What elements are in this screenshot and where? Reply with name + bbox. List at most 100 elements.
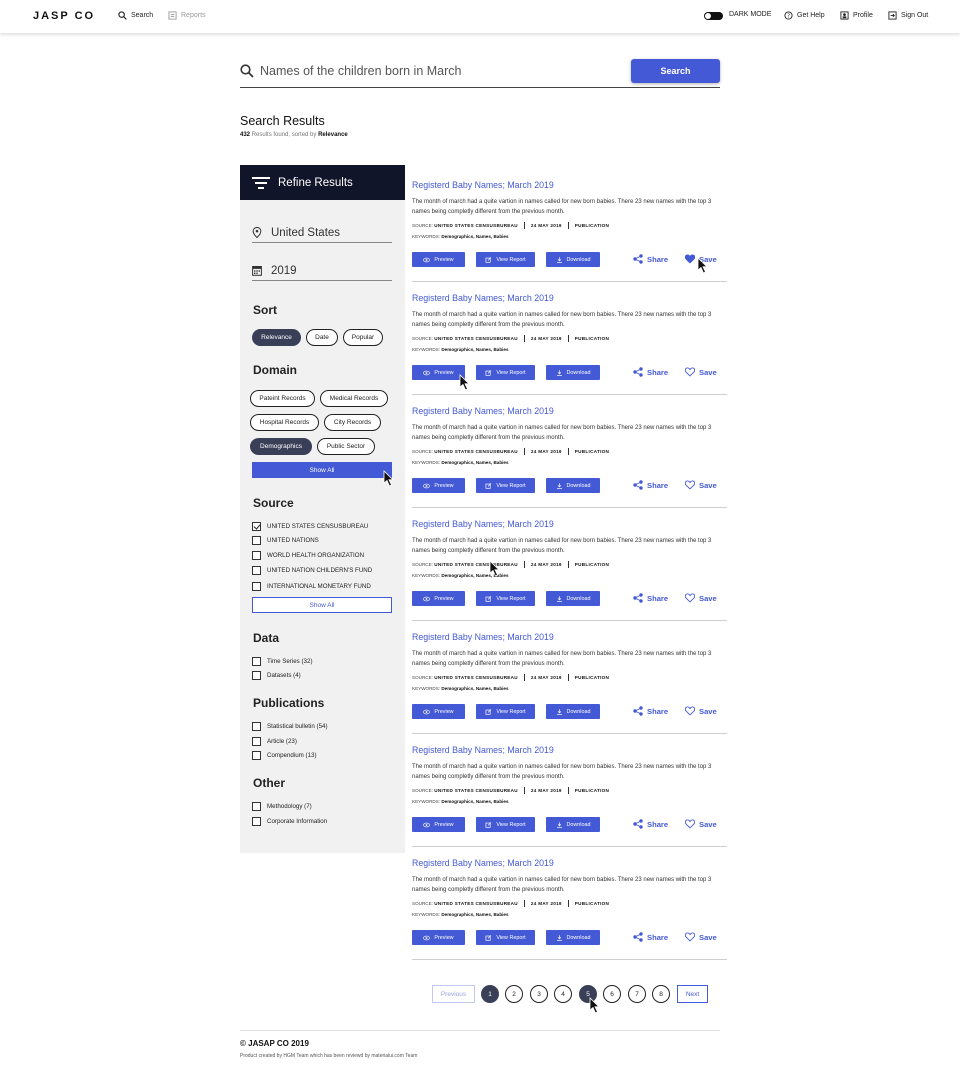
share-button[interactable]: Share [633, 367, 668, 377]
share-button[interactable]: Share [633, 819, 668, 829]
publication-item[interactable]: Compendium (13) [252, 750, 317, 761]
data-item[interactable]: Time Series (32) [252, 656, 313, 667]
other-item[interactable]: Methodology (7) [252, 801, 312, 812]
result-description: The month of march had a quite vartion i… [412, 538, 712, 554]
view-report-button[interactable]: View Report [476, 252, 535, 267]
filter-icon[interactable] [252, 177, 270, 189]
checkbox-checked[interactable] [252, 522, 261, 531]
checkbox[interactable] [252, 737, 261, 746]
view-report-button[interactable]: View Report [476, 591, 535, 606]
domain-chip-hospital-records[interactable]: Hospital Records [250, 414, 319, 431]
preview-button[interactable]: Preview [412, 478, 465, 493]
preview-button[interactable]: Preview [412, 817, 465, 832]
checkbox[interactable] [252, 566, 261, 575]
preview-button[interactable]: Preview [412, 591, 465, 606]
save-button[interactable]: Save [685, 819, 717, 829]
result-title[interactable]: Registerd Baby Names; March 2019 [412, 519, 554, 529]
download-button[interactable]: Download [546, 704, 600, 719]
download-button[interactable]: Download [546, 930, 600, 945]
checkbox[interactable] [252, 551, 261, 560]
page-6-button[interactable]: 6 [603, 985, 621, 1003]
data-item[interactable]: Datasets (4) [252, 670, 301, 681]
save-label: Save [699, 480, 717, 490]
get-help-link[interactable]: ? Get Help [784, 11, 825, 20]
download-button[interactable]: Download [546, 591, 600, 606]
save-button[interactable]: Save [685, 480, 717, 490]
checkbox[interactable] [252, 751, 261, 760]
save-button[interactable]: Save [685, 706, 717, 716]
other-item[interactable]: Corporate Information [252, 816, 327, 827]
dark-mode-toggle[interactable] [704, 12, 723, 20]
download-button[interactable]: Download [546, 252, 600, 267]
year-field[interactable]: 2019 [252, 261, 392, 281]
share-button[interactable]: Share [633, 254, 668, 264]
profile-link[interactable]: Profile [840, 11, 873, 20]
result-title[interactable]: Registerd Baby Names; March 2019 [412, 293, 554, 303]
download-button[interactable]: Download [546, 365, 600, 380]
domain-show-all-button[interactable]: Show All [252, 462, 392, 478]
download-button[interactable]: Download [546, 817, 600, 832]
domain-chip-city-records[interactable]: City Records [324, 414, 381, 431]
share-button[interactable]: Share [633, 480, 668, 490]
page-1-button[interactable]: 1 [481, 985, 499, 1003]
result-title[interactable]: Registerd Baby Names; March 2019 [412, 745, 554, 755]
preview-button[interactable]: Preview [412, 704, 465, 719]
checkbox[interactable] [252, 722, 261, 731]
checkbox[interactable] [252, 657, 261, 666]
sort-chip-date[interactable]: Date [306, 329, 338, 346]
checkbox[interactable] [252, 536, 261, 545]
source-item[interactable]: WORLD HEALTH ORGANIZATION [252, 550, 364, 561]
save-button[interactable]: Save [685, 367, 717, 377]
checkbox[interactable] [252, 817, 261, 826]
domain-chip-public-sector[interactable]: Public Sector [317, 438, 375, 455]
location-field[interactable]: United States [252, 223, 392, 243]
save-button[interactable]: Save [685, 593, 717, 603]
share-button[interactable]: Share [633, 706, 668, 716]
view-report-button[interactable]: View Report [476, 365, 535, 380]
search-button[interactable]: Search [631, 59, 720, 83]
source-show-all-button[interactable]: Show All [252, 597, 392, 613]
page-4-button[interactable]: 4 [554, 985, 572, 1003]
save-button[interactable]: Save [685, 932, 717, 942]
nav-reports[interactable]: Reports [168, 11, 206, 20]
page-2-button[interactable]: 2 [505, 985, 523, 1003]
nav-search[interactable]: Search [118, 11, 153, 20]
page-7-button[interactable]: 7 [628, 985, 646, 1003]
source-item[interactable]: UNITED STATES CENSUSBUREAU [252, 521, 368, 532]
publication-item[interactable]: Statistical bulletin (54) [252, 721, 328, 732]
checkbox[interactable] [252, 802, 261, 811]
result-title[interactable]: Registerd Baby Names; March 2019 [412, 180, 554, 190]
source-item[interactable]: UNITED NATION CHILDERN'S FUND [252, 565, 372, 576]
source-item[interactable]: INTERNATIONAL MONETARY FUND [252, 581, 371, 592]
publication-item[interactable]: Article (23) [252, 736, 297, 747]
domain-chip-demographics[interactable]: Demographics [250, 438, 312, 455]
preview-button[interactable]: Preview [412, 930, 465, 945]
domain-chip-pateint-records[interactable]: Pateint Records [250, 390, 315, 407]
preview-button[interactable]: Preview [412, 365, 465, 380]
pagination-next-button[interactable]: Next [677, 985, 708, 1003]
result-title[interactable]: Registerd Baby Names; March 2019 [412, 406, 554, 416]
meta-divider [567, 222, 569, 229]
page-3-button[interactable]: 3 [530, 985, 548, 1003]
checkbox[interactable] [252, 582, 261, 591]
checkbox[interactable] [252, 671, 261, 680]
share-button[interactable]: Share [633, 932, 668, 942]
view-report-button[interactable]: View Report [476, 817, 535, 832]
download-button[interactable]: Download [546, 478, 600, 493]
preview-button[interactable]: Preview [412, 252, 465, 267]
domain-chip-medical-records[interactable]: Medical Records [320, 390, 388, 407]
logo[interactable]: JASP CO [33, 10, 95, 22]
sign-out-link[interactable]: Sign Out [888, 11, 928, 20]
sort-chip-popular[interactable]: Popular [343, 329, 383, 346]
result-title[interactable]: Registerd Baby Names; March 2019 [412, 632, 554, 642]
sort-chip-relevance[interactable]: Relevance [252, 329, 301, 346]
view-report-button[interactable]: View Report [476, 930, 535, 945]
page-8-button[interactable]: 8 [652, 985, 670, 1003]
share-button[interactable]: Share [633, 593, 668, 603]
result-title[interactable]: Registerd Baby Names; March 2019 [412, 858, 554, 868]
search-input[interactable] [260, 62, 620, 80]
view-report-button[interactable]: View Report [476, 704, 535, 719]
source-item[interactable]: UNITED NATIONS [252, 535, 319, 546]
pagination-previous-button[interactable]: Previous [432, 985, 475, 1003]
view-report-button[interactable]: View Report [476, 478, 535, 493]
